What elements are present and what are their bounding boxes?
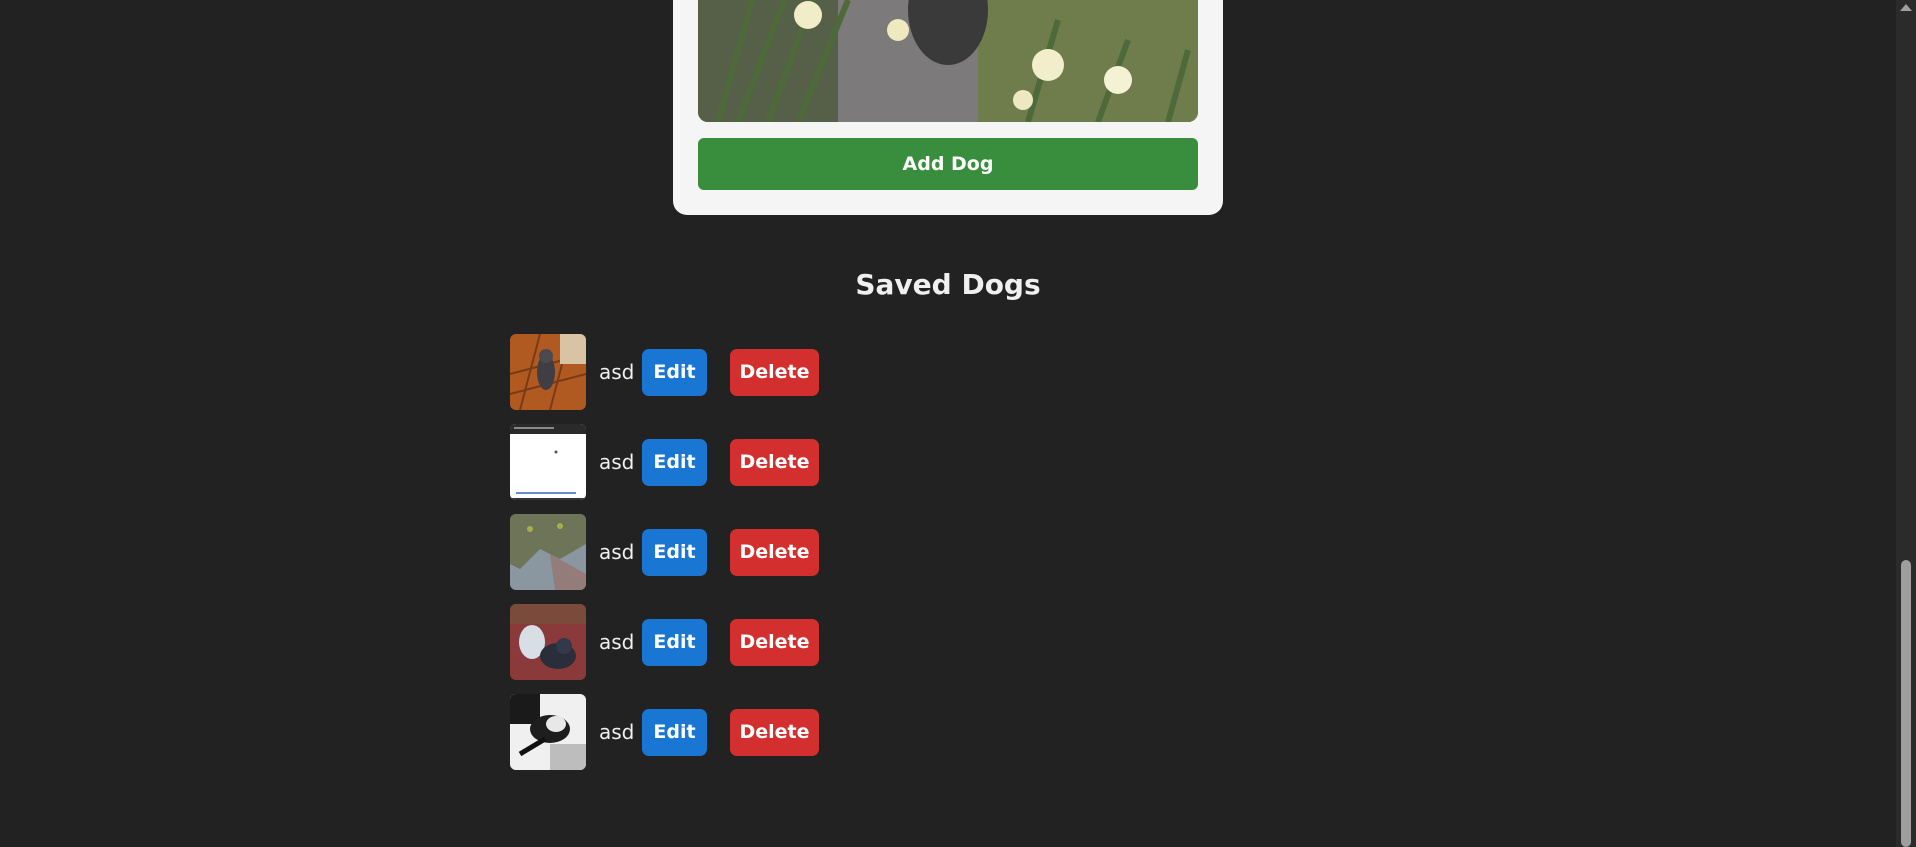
- delete-button[interactable]: Delete: [730, 348, 819, 396]
- delete-button[interactable]: Delete: [730, 528, 819, 576]
- dog-name: asd: [599, 540, 635, 564]
- scroll-up-arrow-icon[interactable]: [1900, 4, 1912, 11]
- dog-list-item: asd Edit Delete: [510, 514, 819, 590]
- dog-list-item: asd Edit Delete: [510, 604, 819, 680]
- edit-button[interactable]: Edit: [642, 618, 707, 666]
- dog-preview-image: [698, 0, 1198, 122]
- dog-thumbnail: [510, 424, 586, 500]
- page: Add Dog Saved Dogs asd Edit Delete asd E…: [0, 0, 1916, 847]
- dog-list-item: asd Edit Delete: [510, 424, 819, 500]
- dog-name: asd: [599, 450, 635, 474]
- saved-dogs-list: asd Edit Delete asd Edit Delete asd Edit…: [510, 334, 819, 784]
- dog-thumbnail: [510, 604, 586, 680]
- edit-button[interactable]: Edit: [642, 708, 707, 756]
- scrollbar-thumb[interactable]: [1901, 560, 1911, 847]
- add-dog-form-card: Add Dog: [673, 0, 1223, 215]
- dog-list-item: asd Edit Delete: [510, 694, 819, 770]
- saved-dogs-title: Saved Dogs: [855, 268, 1041, 301]
- dog-name: asd: [599, 360, 635, 384]
- dog-name: asd: [599, 720, 635, 744]
- delete-button[interactable]: Delete: [730, 708, 819, 756]
- add-dog-button[interactable]: Add Dog: [698, 138, 1198, 190]
- delete-button[interactable]: Delete: [730, 618, 819, 666]
- dog-thumbnail: [510, 694, 586, 770]
- dog-thumbnail: [510, 514, 586, 590]
- edit-button[interactable]: Edit: [642, 528, 707, 576]
- vertical-scrollbar[interactable]: [1896, 0, 1916, 847]
- edit-button[interactable]: Edit: [642, 348, 707, 396]
- delete-button[interactable]: Delete: [730, 438, 819, 486]
- edit-button[interactable]: Edit: [642, 438, 707, 486]
- dog-name: asd: [599, 630, 635, 654]
- dog-thumbnail: [510, 334, 586, 410]
- dog-list-item: asd Edit Delete: [510, 334, 819, 410]
